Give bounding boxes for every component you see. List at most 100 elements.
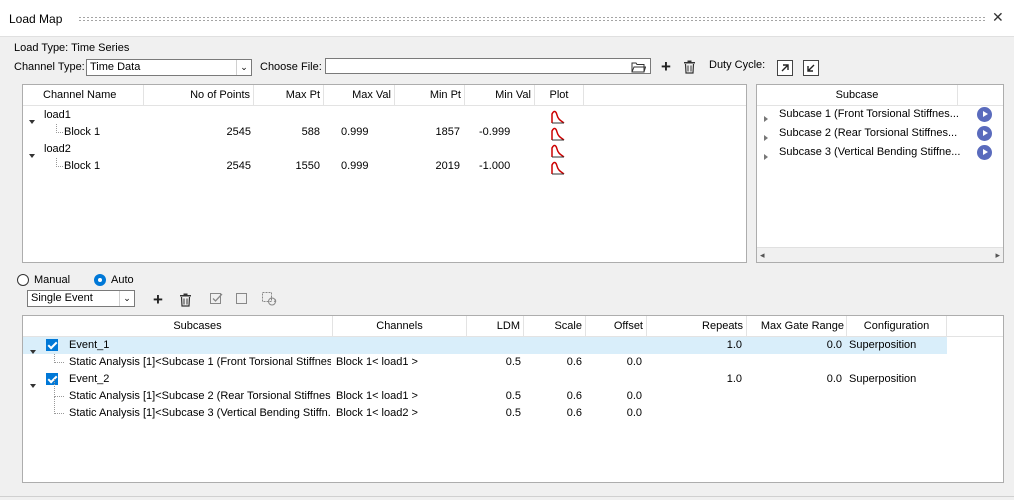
choose-file-input[interactable] <box>325 58 651 74</box>
min-pt: 1857 <box>435 126 460 138</box>
window-title: Load Map <box>9 12 63 26</box>
table-row[interactable]: load1 <box>23 107 746 124</box>
col-max-val[interactable]: Max Val <box>324 85 395 105</box>
event-checkbox[interactable] <box>46 339 58 351</box>
repeats-value: 1.0 <box>726 339 742 351</box>
plot-icon[interactable] <box>551 160 565 177</box>
choose-file-label: Choose File: <box>260 61 322 73</box>
offset-value: 0.0 <box>626 356 642 368</box>
col-channel-name[interactable]: Channel Name <box>23 85 144 105</box>
table-row[interactable]: load2 <box>23 141 746 158</box>
offset-value: 0.0 <box>626 407 642 419</box>
col-scale[interactable]: Scale <box>524 316 586 336</box>
event-type-value: Single Event <box>31 292 93 304</box>
subcase-label: Subcase 3 (Vertical Bending Stiffne... <box>779 146 961 158</box>
no-of-points: 2545 <box>226 160 251 172</box>
col-configuration[interactable]: Configuration <box>847 316 947 336</box>
max-pt: 588 <box>301 126 320 138</box>
subcase-item[interactable]: Subcase 2 (Rear Torsional Stiffnes... <box>757 125 1003 142</box>
chevron-down-icon: ⌄ <box>236 60 251 75</box>
subcase-item[interactable]: Subcase 3 (Vertical Bending Stiffne... <box>757 144 1003 161</box>
col-subcases[interactable]: Subcases <box>23 316 333 336</box>
ldm-value: 0.5 <box>505 407 521 419</box>
trash-icon[interactable] <box>683 60 696 74</box>
col-max-gate-range[interactable]: Max Gate Range <box>747 316 847 336</box>
event-type-select[interactable]: Single Event ⌄ <box>27 290 135 307</box>
manual-radio-label: Manual <box>34 274 71 286</box>
col-no-of-points[interactable]: No of Points <box>144 85 254 105</box>
refresh-icon[interactable] <box>262 292 277 306</box>
subcase-item[interactable]: Subcase 1 (Front Torsional Stiffnes... <box>757 106 1003 123</box>
arrow-down-left-icon <box>807 64 815 72</box>
scroll-right-icon[interactable]: ▸ <box>995 248 1000 262</box>
play-icon[interactable] <box>977 107 992 122</box>
table-row[interactable]: Block 1 2545 1550 0.999 2019 -1.000 <box>23 158 746 175</box>
tree-connector <box>54 354 64 363</box>
play-icon[interactable] <box>977 126 992 141</box>
table-row[interactable]: Static Analysis [1]<Subcase 2 (Rear Tors… <box>23 379 1003 405</box>
uncheck-all-icon[interactable] <box>236 292 249 305</box>
horizontal-scrollbar[interactable]: ◂ ▸ <box>757 247 1003 262</box>
manual-radio[interactable] <box>17 274 29 286</box>
drag-handle[interactable] <box>78 16 986 21</box>
channel-table: Channel Name No of Points Max Pt Max Val… <box>22 84 747 263</box>
event-row[interactable]: Event_2 1.0 0.0 Superposition <box>23 371 1003 388</box>
subcase-label: Subcase 1 (Front Torsional Stiffnes... <box>779 108 959 120</box>
subcase-header: Subcase <box>757 85 1003 106</box>
max-gate-value: 0.0 <box>826 339 842 351</box>
tree-connector <box>56 124 63 133</box>
col-min-pt[interactable]: Min Pt <box>395 85 465 105</box>
max-gate-value: 0.0 <box>826 373 842 385</box>
channel-type-label: Channel Type: <box>14 61 85 73</box>
event-name: Event_2 <box>69 373 110 385</box>
col-ldm[interactable]: LDM <box>466 316 524 336</box>
tree-connector <box>54 396 64 414</box>
tree-connector <box>54 379 64 397</box>
import-duty-cycle-button[interactable] <box>803 60 819 76</box>
subcase-value: Static Analysis [1]<Subcase 1 (Front Tor… <box>69 356 331 368</box>
scale-value: 0.6 <box>566 390 582 402</box>
event-name: Event_1 <box>69 339 110 351</box>
arrow-up-right-icon <box>781 64 789 72</box>
chevron-down-icon: ⌄ <box>119 291 134 306</box>
configuration-value: Superposition <box>849 339 917 351</box>
table-row[interactable]: Block 1 2545 588 0.999 1857 -0.999 <box>23 124 746 141</box>
auto-radio[interactable] <box>94 274 106 286</box>
col-subcase[interactable]: Subcase <box>757 85 958 105</box>
subcase-panel: Subcase Subcase 1 (Front Torsional Stiff… <box>756 84 1004 263</box>
ldm-value: 0.5 <box>505 356 521 368</box>
add-file-button[interactable]: + <box>661 58 671 75</box>
tree-connector <box>56 158 63 167</box>
repeats-value: 1.0 <box>726 373 742 385</box>
configuration-value: Superposition <box>849 373 917 385</box>
expand-icon[interactable] <box>764 149 768 166</box>
offset-value: 0.0 <box>626 390 642 402</box>
col-repeats[interactable]: Repeats <box>647 316 747 336</box>
scroll-left-icon[interactable]: ◂ <box>760 248 765 262</box>
col-min-val[interactable]: Min Val <box>465 85 535 105</box>
event-row[interactable]: Event_1 1.0 0.0 Superposition <box>23 337 947 354</box>
ldm-value: 0.5 <box>505 390 521 402</box>
col-max-pt[interactable]: Max Pt <box>254 85 324 105</box>
col-offset[interactable]: Offset <box>586 316 647 336</box>
channel-name: load2 <box>44 143 71 155</box>
trash-icon[interactable] <box>179 293 192 307</box>
channel-name: Block 1 <box>64 160 101 172</box>
channel-type-select[interactable]: Time Data ⌄ <box>86 59 252 76</box>
channel-value: Block 1< load1 > <box>336 390 418 402</box>
play-icon[interactable] <box>977 145 992 160</box>
close-icon[interactable]: ✕ <box>992 10 1006 24</box>
col-plot[interactable]: Plot <box>535 85 584 105</box>
table-row[interactable]: Static Analysis [1]<Subcase 1 (Front Tor… <box>23 354 1003 371</box>
load-type-row: Load Type: Time Series <box>14 42 129 54</box>
subcase-value: Static Analysis [1]<Subcase 2 (Rear Tors… <box>69 390 331 402</box>
subcase-value: Static Analysis [1]<Subcase 3 (Vertical … <box>69 407 331 419</box>
folder-icon[interactable] <box>631 61 646 73</box>
add-event-button[interactable]: + <box>153 291 163 308</box>
duty-cycle-label: Duty Cycle: <box>709 59 766 71</box>
check-all-icon[interactable] <box>210 292 223 305</box>
table-row[interactable]: Static Analysis [1]<Subcase 3 (Vertical … <box>23 396 1003 422</box>
export-duty-cycle-button[interactable] <box>777 60 793 76</box>
min-pt: 2019 <box>435 160 460 172</box>
col-channels[interactable]: Channels <box>333 316 467 336</box>
